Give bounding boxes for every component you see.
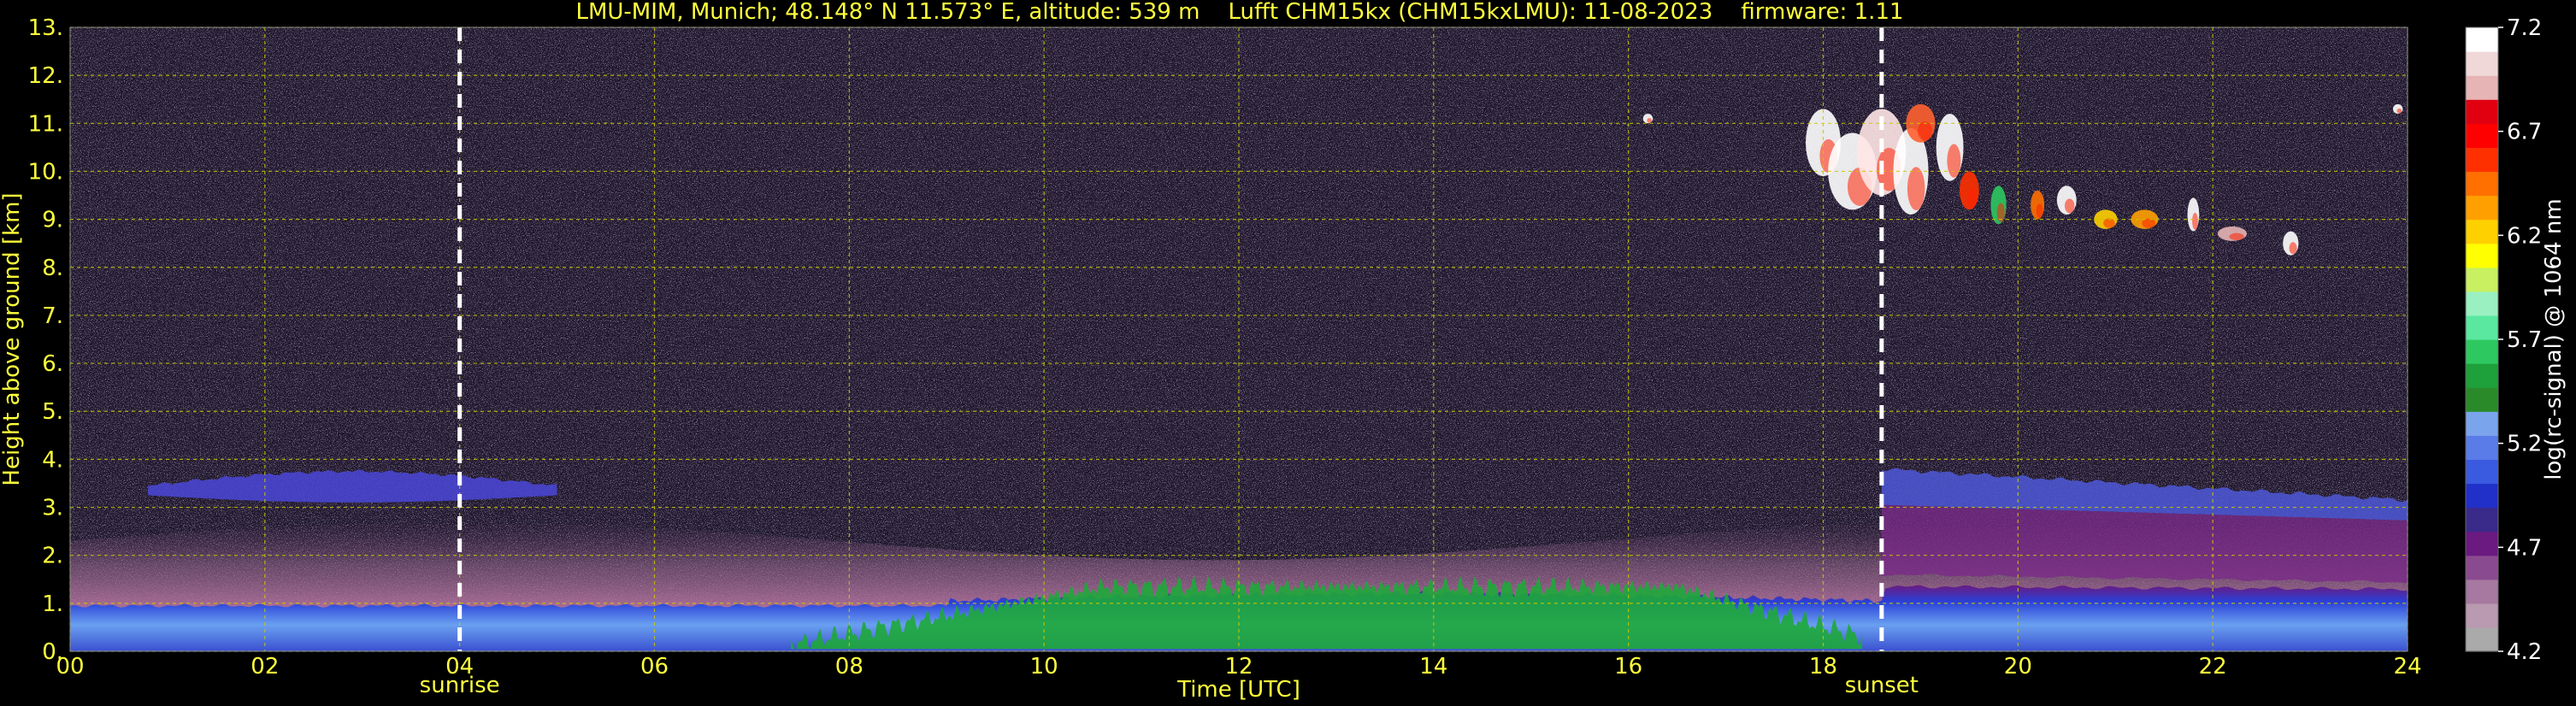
y-axis-label: Height above ground [km]: [0, 192, 25, 485]
colorbar-segment: [2466, 75, 2498, 100]
x-tick-label: 24: [2393, 654, 2421, 680]
y-tick-label: 9.: [42, 208, 63, 233]
x-tick-label: 16: [1614, 654, 1642, 680]
x-tick-label: 14: [1419, 654, 1447, 680]
x-axis-label: Time [UTC]: [1176, 677, 1300, 703]
colorbar-segment: [2466, 363, 2498, 388]
x-tick-label: 18: [1809, 654, 1837, 680]
x-tick-label: 12: [1224, 654, 1253, 680]
colorbar-segment: [2466, 507, 2498, 532]
colorbar-segment: [2466, 339, 2498, 364]
colorbar-segment: [2466, 27, 2498, 52]
sunset-label: sunset: [1845, 673, 1919, 698]
cloud-core: [1907, 167, 1925, 210]
y-tick-label: 8.: [42, 256, 63, 281]
colorbar-segment: [2466, 315, 2498, 340]
colorbar-tick-label: 4.2: [2507, 639, 2542, 665]
signal-layers: [70, 27, 2408, 651]
colorbar-segment: [2466, 627, 2498, 652]
colorbar-segment: [2466, 219, 2498, 244]
colorbar-tick-labels: 4.2 4.7 5.2 5.7 6.2 6.7 7.2: [2498, 15, 2542, 665]
x-tick-labels: 00 02 04 06 08 10 12 14 16 18 20 22 24: [56, 654, 2421, 680]
colorbar-segment: [2466, 291, 2498, 316]
x-tick-label: 06: [640, 654, 669, 680]
colorbar-segment: [2466, 171, 2498, 197]
colorbar-tick-label: 6.7: [2507, 120, 2542, 145]
y-tick-label: 5.: [42, 399, 63, 425]
colorbar-segment: [2466, 123, 2498, 148]
y-tick-labels: 0.1.2.3.4.5.6.7.8.9.10.11.12.13.: [28, 15, 63, 665]
cloud-core: [2229, 232, 2244, 241]
y-tick-label: 6.: [42, 351, 63, 377]
chart-title: LMU-MIM, Munich; 48.148° N 11.573° E, al…: [575, 0, 1903, 25]
y-tick-label: 12.: [28, 63, 63, 89]
colorbar-tick-label: 4.7: [2507, 535, 2542, 561]
colorbar-segment: [2466, 51, 2498, 76]
cloud-core: [1967, 188, 1978, 209]
colorbar-segment: [2466, 459, 2498, 485]
colorbar-segment: [2466, 267, 2498, 292]
x-tick-label: 00: [56, 654, 84, 680]
colorbar-segment: [2466, 195, 2498, 221]
y-tick-label: 13.: [28, 15, 63, 41]
y-tick-label: 10.: [28, 159, 63, 185]
colorbar-tick-label: 6.2: [2507, 223, 2542, 249]
ceilometer-plot: sunrise sunset 0.1.2.3.4.5.6.7.8.9.10.11.…: [0, 0, 2567, 703]
y-tick-label: 7.: [42, 303, 63, 329]
x-tick-label: 02: [251, 654, 279, 680]
x-tick-label: 22: [2199, 654, 2227, 680]
cloud-core: [1647, 118, 1653, 123]
cloud-core: [1917, 121, 1933, 141]
colorbar-segment: [2466, 99, 2498, 124]
colorbar-segment: [2466, 555, 2498, 580]
colorbar-segment: [2466, 147, 2498, 173]
y-tick-label: 4.: [42, 447, 63, 473]
colorbar-segment: [2466, 435, 2498, 460]
colorbar-tick-label: 7.2: [2507, 15, 2542, 41]
cloud-core: [2192, 213, 2198, 230]
colorbar-segment: [2466, 483, 2498, 509]
colorbar: 4.2 4.7 5.2 5.7 6.2 6.7 7.2 log(rc-signal) @ 1…: [2465, 15, 2567, 665]
colorbar-segment: [2466, 579, 2498, 604]
cloud-core: [2289, 242, 2297, 255]
colorbar-segment: [2466, 531, 2498, 556]
cloud-core: [2396, 108, 2402, 114]
x-tick-label: 08: [835, 654, 864, 680]
y-tick-label: 2.: [42, 544, 63, 569]
colorbar-segment: [2466, 603, 2498, 628]
colorbar-tick-label: 5.7: [2507, 327, 2542, 353]
colorbar-tick-label: 5.2: [2507, 432, 2542, 457]
colorbar-segment: [2466, 387, 2498, 412]
colorbar-label: log(rc-signal) @ 1064 nm: [2541, 198, 2567, 479]
cloud-core: [2036, 203, 2043, 218]
x-tick-label: 10: [1030, 654, 1058, 680]
y-tick-label: 11.: [28, 111, 63, 137]
x-tick-label: 20: [2004, 654, 2032, 680]
y-tick-label: 1.: [42, 591, 63, 617]
y-tick-label: 3.: [42, 496, 63, 521]
cloud-core: [1947, 144, 1961, 178]
colorbar-segment: [2466, 243, 2498, 268]
x-tick-label: 04: [445, 654, 474, 680]
cloud-core: [2065, 198, 2075, 214]
colorbar-segment: [2466, 411, 2498, 436]
